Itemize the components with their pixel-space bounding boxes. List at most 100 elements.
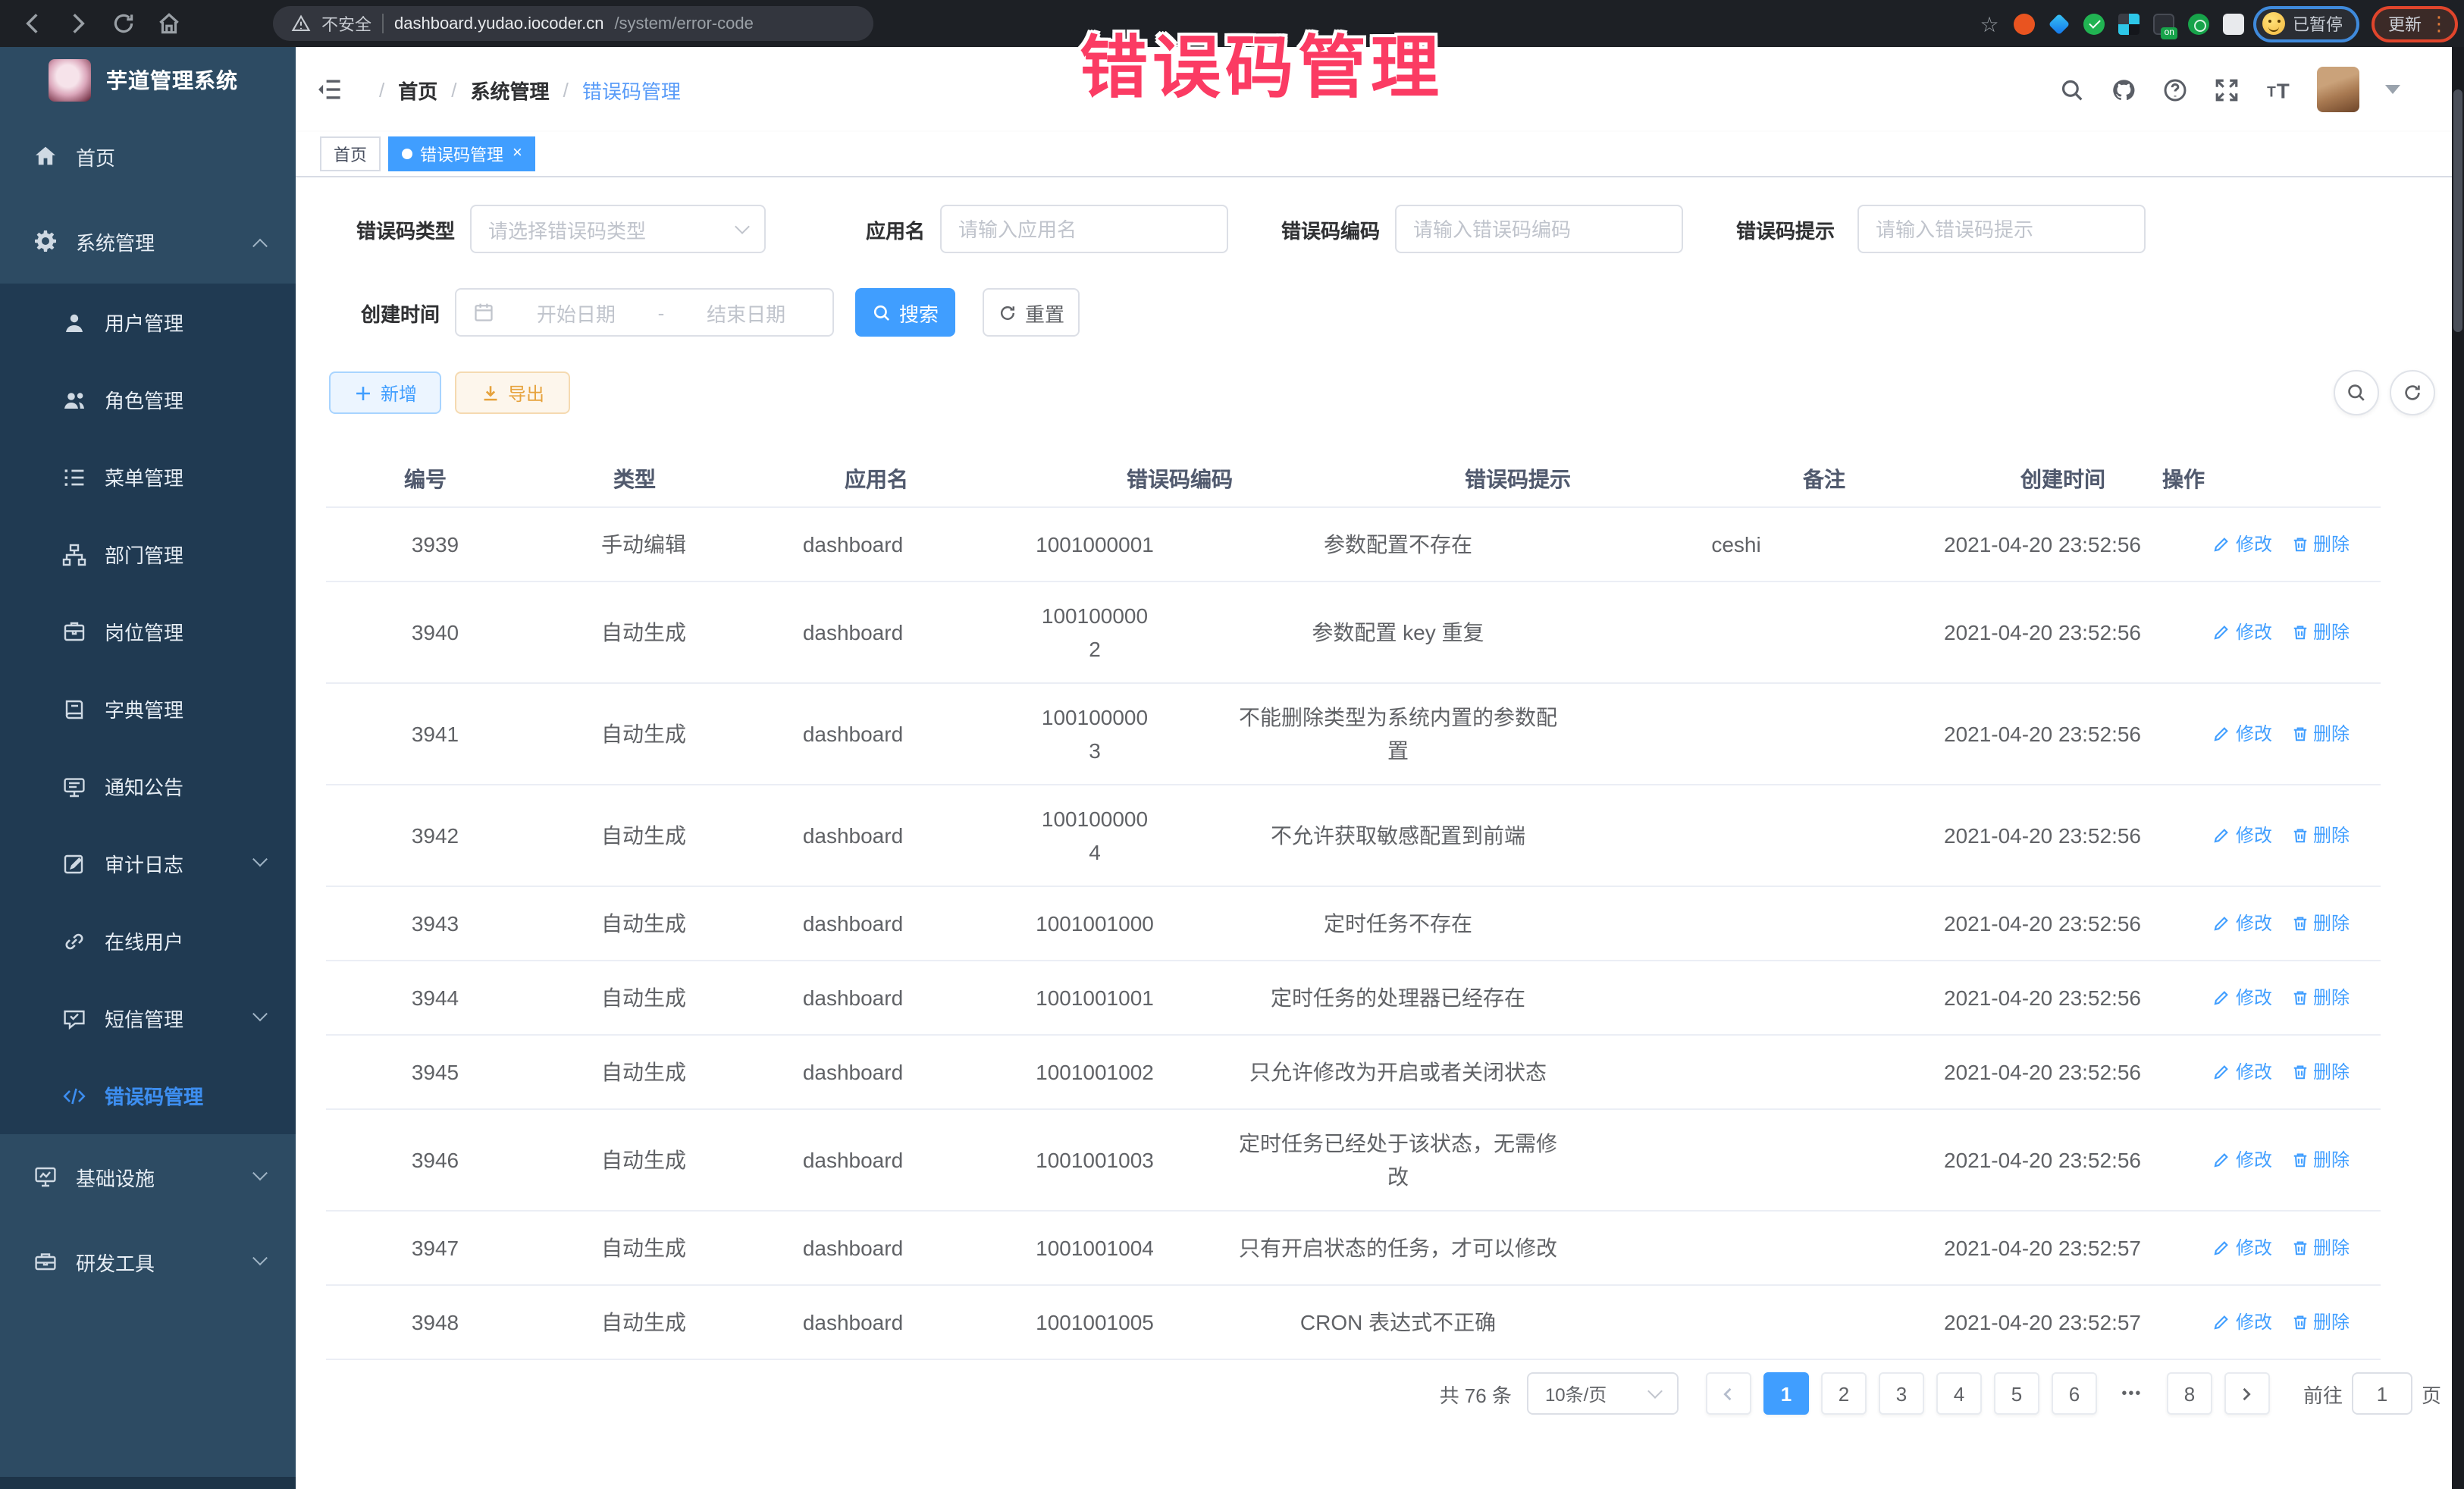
edit-link[interactable]: 修改 — [2213, 981, 2272, 1014]
sidebar-item[interactable]: 用户管理 — [0, 284, 296, 361]
fullscreen-icon[interactable] — [2214, 77, 2240, 102]
sidebar-item[interactable]: 系统管理 — [0, 199, 296, 284]
table-header-cell[interactable]: 编号 — [326, 450, 525, 506]
sidebar-item[interactable]: 研发工具 — [0, 1219, 296, 1304]
proxy-on-extension-icon[interactable] — [2153, 13, 2174, 34]
error-type-select[interactable]: 请选择错误码类型 — [470, 205, 766, 253]
sidebar-logo[interactable]: 芋道管理系统 — [0, 47, 296, 114]
edit-link[interactable]: 修改 — [2213, 616, 2272, 649]
reset-button[interactable]: 重置 — [983, 288, 1080, 337]
sidebar-item[interactable]: 角色管理 — [0, 361, 296, 438]
app-name-input[interactable] — [940, 205, 1228, 253]
window-scrollbar[interactable] — [2452, 47, 2464, 1489]
page-size-select[interactable]: 10条/页 — [1527, 1372, 1679, 1415]
url-path[interactable]: /system/error-code — [614, 14, 753, 33]
search-button[interactable]: 搜索 — [855, 288, 955, 337]
view-tab[interactable]: 首页 × — [320, 136, 381, 171]
sidebar-item[interactable]: 字典管理 — [0, 670, 296, 748]
delete-link[interactable]: 删除 — [2290, 1143, 2350, 1177]
github-icon[interactable] — [2111, 77, 2136, 102]
delete-link[interactable]: 删除 — [2290, 1055, 2350, 1089]
delete-link[interactable]: 删除 — [2290, 1306, 2350, 1339]
gem-extension-icon[interactable] — [2049, 13, 2070, 34]
table-row[interactable]: 3947 自动生成 dashboard 1001001004 只有开启状态的任务… — [326, 1212, 2381, 1286]
sidebar-item[interactable]: 部门管理 — [0, 516, 296, 593]
next-page-button[interactable] — [2224, 1372, 2270, 1415]
table-header-cell[interactable]: 创建时间 — [1964, 450, 2162, 506]
sidebar-item[interactable]: 通知公告 — [0, 748, 296, 825]
edit-link[interactable]: 修改 — [2213, 1231, 2272, 1265]
user-avatar[interactable] — [2317, 67, 2359, 112]
table-header-cell[interactable]: 应用名 — [745, 450, 1008, 506]
edit-link[interactable]: 修改 — [2213, 907, 2272, 940]
key-extension-icon[interactable] — [2188, 13, 2209, 34]
page-number-button[interactable]: 1 — [1763, 1372, 1809, 1415]
browser-profile-chip[interactable]: 已暂停 — [2253, 5, 2359, 42]
prev-page-button[interactable] — [1706, 1372, 1751, 1415]
close-icon[interactable]: × — [513, 146, 522, 162]
breadcrumb-item[interactable]: 错误码管理 — [582, 75, 681, 104]
table-row[interactable]: 3945 自动生成 dashboard 1001001002 只允许修改为开启或… — [326, 1036, 2381, 1110]
table-row[interactable]: 3944 自动生成 dashboard 1001001001 定时任务的处理器已… — [326, 961, 2381, 1036]
font-size-icon[interactable]: TT — [2265, 77, 2291, 102]
page-number-button[interactable]: 4 — [1936, 1372, 1982, 1415]
sidebar-item[interactable]: 在线用户 — [0, 902, 296, 980]
sidebar-item[interactable]: 基础设施 — [0, 1134, 296, 1219]
url-host[interactable]: dashboard.yudao.iocoder.cn — [394, 14, 603, 33]
export-button[interactable]: 导出 — [455, 371, 570, 414]
delete-link[interactable]: 删除 — [2290, 1231, 2350, 1265]
back-icon[interactable] — [20, 11, 45, 36]
sidebar-item[interactable]: 首页 — [0, 114, 296, 199]
add-button[interactable]: 新增 — [329, 371, 441, 414]
edit-link[interactable]: 修改 — [2213, 1143, 2272, 1177]
page-number-button[interactable]: 5 — [1994, 1372, 2039, 1415]
page-number-button[interactable]: 6 — [2052, 1372, 2097, 1415]
date-range-picker[interactable]: 开始日期 - 结束日期 — [455, 288, 834, 337]
table-header-cell[interactable]: 错误码编码 — [1008, 450, 1351, 506]
puzzle-extension-icon[interactable] — [2223, 13, 2244, 34]
sidebar-item[interactable]: 错误码管理 — [0, 1057, 296, 1134]
table-header-cell[interactable]: 操作 — [2162, 450, 2205, 506]
table-header-cell[interactable]: 备注 — [1685, 450, 1964, 506]
table-row[interactable]: 3939 手动编辑 dashboard 1001000001 参数配置不存在 c… — [326, 508, 2381, 582]
delete-link[interactable]: 删除 — [2290, 616, 2350, 649]
table-row[interactable]: 3946 自动生成 dashboard 1001001003 定时任务已经处于该… — [326, 1110, 2381, 1212]
browser-update-button[interactable]: 更新 ⋮ — [2372, 5, 2458, 42]
page-number-button[interactable]: 2 — [1821, 1372, 1867, 1415]
forward-icon[interactable] — [65, 11, 91, 36]
sidebar-item[interactable]: 菜单管理 — [0, 438, 296, 516]
breadcrumb-item[interactable]: 系统管理 — [471, 75, 550, 104]
navbar-search-icon[interactable] — [2059, 77, 2085, 102]
table-row[interactable]: 3948 自动生成 dashboard 1001001005 CRON 表达式不… — [326, 1286, 2381, 1360]
green-v-extension-icon[interactable] — [2083, 13, 2105, 34]
page-number-button[interactable]: 8 — [2167, 1372, 2212, 1415]
table-row[interactable]: 3942 自动生成 dashboard 100100000 4 不允许获取敏感配… — [326, 785, 2381, 887]
edit-link[interactable]: 修改 — [2213, 819, 2272, 852]
scrollbar-thumb[interactable] — [2453, 89, 2462, 332]
table-row[interactable]: 3943 自动生成 dashboard 1001001000 定时任务不存在 2… — [326, 887, 2381, 961]
address-bar[interactable]: 不安全 dashboard.yudao.iocoder.cn/system/er… — [273, 6, 873, 41]
sidebar-item[interactable]: 岗位管理 — [0, 593, 296, 670]
bookmark-star-icon[interactable] — [1979, 13, 2000, 34]
view-tab[interactable]: 错误码管理 × — [388, 136, 536, 171]
table-row[interactable]: 3940 自动生成 dashboard 100100000 2 参数配置 key… — [326, 582, 2381, 684]
delete-link[interactable]: 删除 — [2290, 819, 2350, 852]
breadcrumb-item[interactable]: 首页 — [398, 75, 437, 104]
home-button-icon[interactable] — [156, 11, 182, 36]
page-number-button[interactable]: 3 — [1879, 1372, 1924, 1415]
security-label[interactable]: 不安全 — [321, 11, 371, 36]
browser-menu-icon[interactable]: ⋮ — [2429, 14, 2449, 33]
ubuntu-extension-icon[interactable] — [2014, 13, 2035, 34]
refresh-table-button[interactable] — [2390, 370, 2435, 415]
edit-link[interactable]: 修改 — [2213, 528, 2272, 561]
delete-link[interactable]: 删除 — [2290, 717, 2350, 751]
edit-link[interactable]: 修改 — [2213, 1306, 2272, 1339]
show-search-toggle-button[interactable] — [2334, 370, 2379, 415]
table-row[interactable]: 3941 自动生成 dashboard 100100000 3 不能删除类型为系… — [326, 684, 2381, 785]
delete-link[interactable]: 删除 — [2290, 528, 2350, 561]
delete-link[interactable]: 删除 — [2290, 981, 2350, 1014]
hamburger-fold-icon[interactable] — [315, 76, 343, 103]
error-code-input[interactable] — [1395, 205, 1683, 253]
grid-extension-icon[interactable] — [2118, 13, 2140, 34]
table-header-cell[interactable]: 类型 — [525, 450, 745, 506]
